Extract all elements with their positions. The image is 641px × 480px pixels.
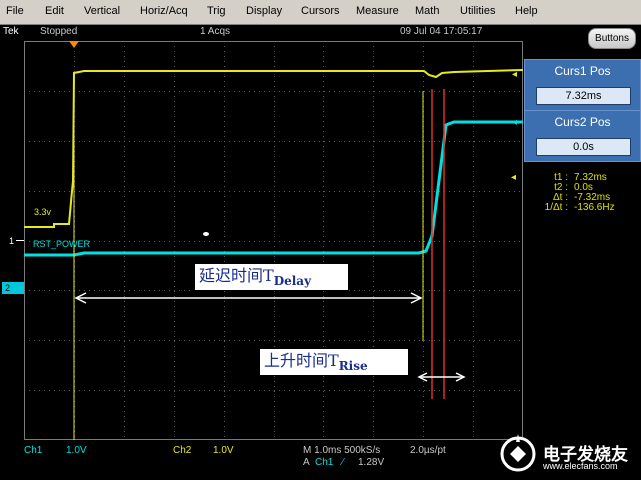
- ch2-trace: [24, 69, 523, 228]
- acquisition-count: 1 Acqs: [200, 26, 231, 37]
- curs1-panel[interactable]: Curs1 Pos 7.32ms: [524, 59, 641, 111]
- ch2-right-marker-icon: ◂: [512, 69, 518, 80]
- menu-trig[interactable]: Trig: [207, 5, 226, 17]
- delay-arrow: [74, 292, 423, 304]
- trigger-source-label: A: [303, 457, 310, 468]
- trigger-channel[interactable]: Ch1: [315, 457, 333, 468]
- delay-annotation-text: 延迟时间T: [199, 266, 274, 285]
- ch1-marker-tick: [16, 240, 24, 241]
- curs2-panel[interactable]: Curs2 Pos 0.0s: [524, 110, 641, 162]
- graticule-grid: [24, 41, 523, 440]
- rise-annotation-sub: Rise: [338, 359, 368, 373]
- ch1-right-marker-icon: ◂: [512, 117, 518, 128]
- sample-interval: 2.0µs/pt: [410, 445, 446, 456]
- curs2-value-field[interactable]: 0.0s: [536, 138, 631, 156]
- cursor-readout-arrow-icon: ◂: [511, 172, 517, 183]
- delay-annotation-sub: Delay: [273, 274, 312, 288]
- buttons-button[interactable]: Buttons: [588, 28, 636, 49]
- rise-arrow: [417, 372, 466, 382]
- acquisition-state: Stopped: [40, 26, 78, 37]
- ch1-marker[interactable]: 1: [9, 236, 14, 246]
- menu-bar: File Edit Vertical Horiz/Acq Trig Displa…: [0, 0, 641, 25]
- menu-horiz-acq[interactable]: Horiz/Acq: [140, 5, 188, 17]
- curs1-value-field[interactable]: 7.32ms: [536, 87, 631, 105]
- date-time: 09 Jul 04 17:05:17: [400, 26, 483, 37]
- menu-file[interactable]: File: [6, 5, 24, 17]
- ch2-scale[interactable]: 1.0V: [213, 445, 234, 456]
- status-bar: Tek Stopped 1 Acqs 09 Jul 04 17:05:17: [0, 25, 641, 40]
- readout-label: 1/Δt :: [544, 202, 568, 213]
- ch1-signal-label: RST_POWER: [33, 239, 91, 249]
- menu-edit[interactable]: Edit: [45, 5, 64, 17]
- menu-cursors[interactable]: Cursors: [301, 5, 340, 17]
- menu-display[interactable]: Display: [246, 5, 282, 17]
- brand-label: Tek: [3, 26, 19, 37]
- timebase-readout[interactable]: M 1.0ms 500kS/s: [303, 445, 380, 456]
- trigger-position-icon: [69, 41, 79, 48]
- trigger-slope-icon[interactable]: ⁄: [342, 457, 344, 468]
- graticule-border: [24, 41, 523, 440]
- rise-annotation-text: 上升时间T: [264, 351, 339, 370]
- elecfans-logo-icon: [500, 434, 536, 472]
- ch1-trace: [24, 120, 523, 257]
- waveform-display: [24, 41, 523, 440]
- elecfans-watermark: 电子发烧友 www.elecfans.com: [497, 428, 637, 476]
- cursor-dot: [203, 232, 209, 236]
- watermark-url: www.elecfans.com: [543, 461, 618, 471]
- curs1-title: Curs1 Pos: [554, 64, 611, 78]
- menu-utilities[interactable]: Utilities: [460, 5, 495, 17]
- ch2-level-label: 3.3v: [34, 207, 52, 217]
- ch2-marker[interactable]: 2: [2, 282, 24, 294]
- cursor-readouts: t1 :7.32ms t2 :0.0s Δt : -7.32ms 1/Δt : -1…: [526, 173, 638, 213]
- menu-vertical[interactable]: Vertical: [84, 5, 120, 17]
- curs2-title: Curs2 Pos: [554, 115, 611, 129]
- rise-annotation: 上升时间TRise: [259, 348, 409, 376]
- menu-math[interactable]: Math: [415, 5, 439, 17]
- ch1-scale[interactable]: 1.0V: [66, 445, 87, 456]
- readout-value: -136.6Hz: [574, 202, 615, 213]
- delay-annotation: 延迟时间TDelay: [194, 263, 349, 291]
- menu-measure[interactable]: Measure: [356, 5, 399, 17]
- readout-inv-delta-t: 1/Δt : -136.6Hz: [526, 203, 638, 213]
- menu-help[interactable]: Help: [515, 5, 538, 17]
- ch2-name[interactable]: Ch2: [173, 445, 191, 456]
- ch1-name[interactable]: Ch1: [24, 445, 42, 456]
- trigger-level[interactable]: 1.28V: [358, 457, 384, 468]
